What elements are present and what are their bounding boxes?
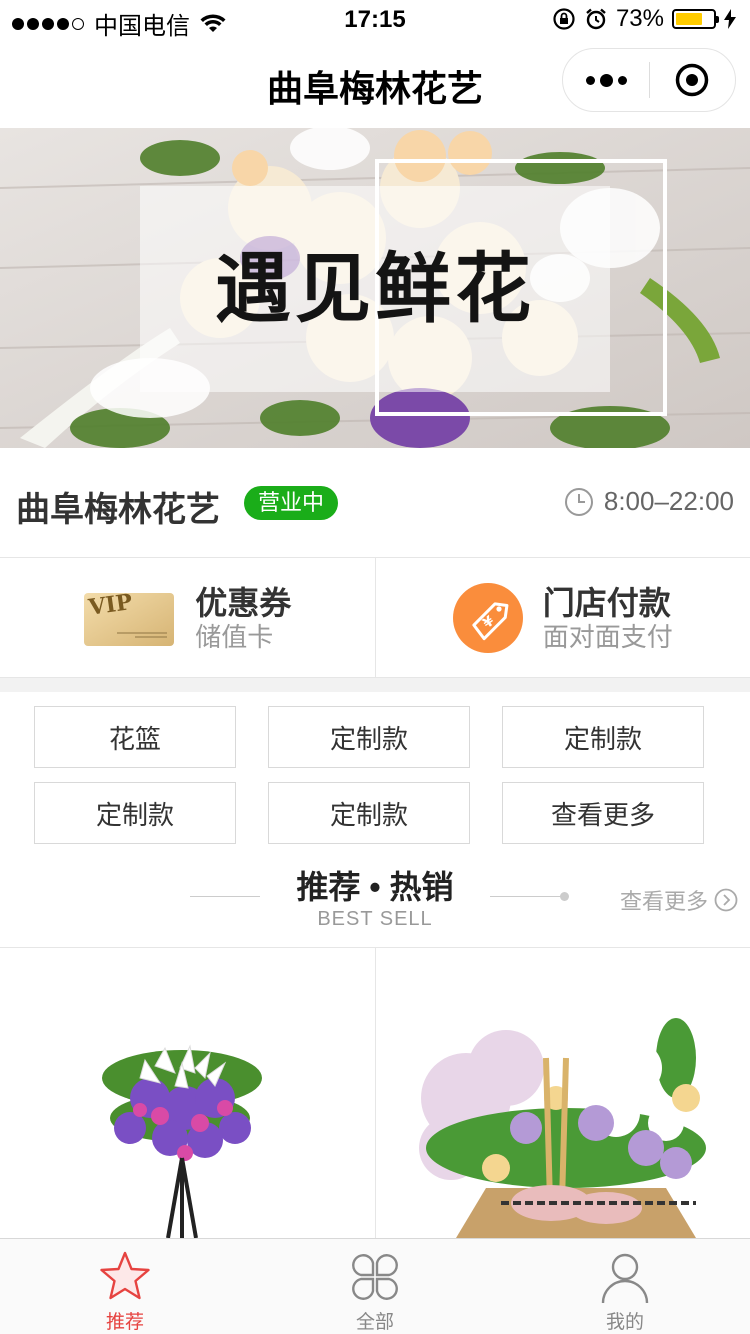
shop-name: 曲阜梅林花艺 — [16, 491, 220, 529]
status-badge: 营业中 — [244, 486, 339, 520]
orientation-lock-icon — [553, 8, 575, 30]
target-close-icon — [676, 63, 709, 97]
view-more-label: 查看更多 — [619, 889, 708, 914]
tab-mine[interactable]: 我的 — [500, 1239, 750, 1334]
view-more-categories-button[interactable]: 查看更多 — [502, 782, 704, 844]
tab-bar: 推荐 全部 我的 — [0, 1238, 750, 1334]
battery-icon — [672, 9, 719, 29]
category-button[interactable]: 定制款 — [502, 706, 704, 768]
grid-icon — [352, 1254, 398, 1300]
more-menu-button[interactable] — [563, 48, 649, 112]
shop-info: 曲阜梅林花艺 营业中 8:00–22:00 — [0, 448, 750, 558]
tab-label: 推荐 — [105, 1312, 144, 1333]
tab-all[interactable]: 全部 — [250, 1239, 500, 1334]
view-more-link[interactable]: 查看更多 — [620, 884, 738, 916]
nav-bar: 曲阜梅林花艺 — [0, 40, 750, 128]
battery-percent: 73% — [615, 5, 664, 32]
store-payment-entry[interactable]: ¥ 门店付款 面对面支付 — [374, 558, 750, 677]
store-payment-title: 门店付款 — [542, 584, 671, 621]
flower-basket-image — [418, 1018, 706, 1238]
category-button[interactable]: 定制款 — [268, 782, 470, 844]
clock-icon — [564, 487, 593, 516]
vip-card-icon: VIP — [84, 589, 175, 646]
hero-banner[interactable]: 遇见鲜花 — [0, 128, 750, 448]
star-icon — [100, 1251, 150, 1300]
chevron-right-icon — [714, 888, 738, 912]
coupon-title: 优惠券 — [195, 584, 292, 621]
tab-label: 全部 — [355, 1312, 394, 1333]
store-payment-subtitle: 面对面支付 — [542, 621, 673, 652]
product-card[interactable] — [374, 948, 750, 1238]
section-divider — [0, 678, 750, 692]
tab-recommend[interactable]: 推荐 — [0, 1239, 250, 1334]
product-list — [0, 948, 750, 1238]
business-hours: 8:00–22:00 — [564, 486, 734, 517]
category-button[interactable]: 定制款 — [34, 782, 236, 844]
feature-row: VIP 优惠券 储值卡 ¥ 门店付款 面对面支付 — [0, 558, 750, 678]
user-icon — [601, 1253, 649, 1304]
banner-headline: 遇见鲜花 — [215, 244, 535, 333]
category-grid: 花篮 定制款 定制款 定制款 定制款 查看更多 — [34, 706, 704, 844]
hours-text: 8:00–22:00 — [603, 486, 734, 516]
coupon-entry[interactable]: VIP 优惠券 储值卡 — [0, 558, 375, 677]
mini-program-capsule — [562, 48, 736, 112]
flower-stand-image — [102, 1044, 262, 1238]
best-sell-header: 推荐 • 热销 BEST SELL 查看更多 — [0, 858, 750, 948]
product-card[interactable] — [0, 948, 375, 1238]
alarm-icon — [586, 8, 606, 30]
tab-label: 我的 — [605, 1312, 644, 1333]
category-button[interactable]: 花篮 — [34, 706, 236, 768]
category-button[interactable]: 定制款 — [268, 706, 470, 768]
close-mini-program-button[interactable] — [650, 48, 735, 112]
charging-bolt-icon — [724, 9, 736, 29]
price-tag-icon: ¥ — [452, 582, 523, 653]
coupon-subtitle: 储值卡 — [195, 621, 274, 652]
status-bar: 中国电信 17:15 73% — [0, 0, 750, 40]
